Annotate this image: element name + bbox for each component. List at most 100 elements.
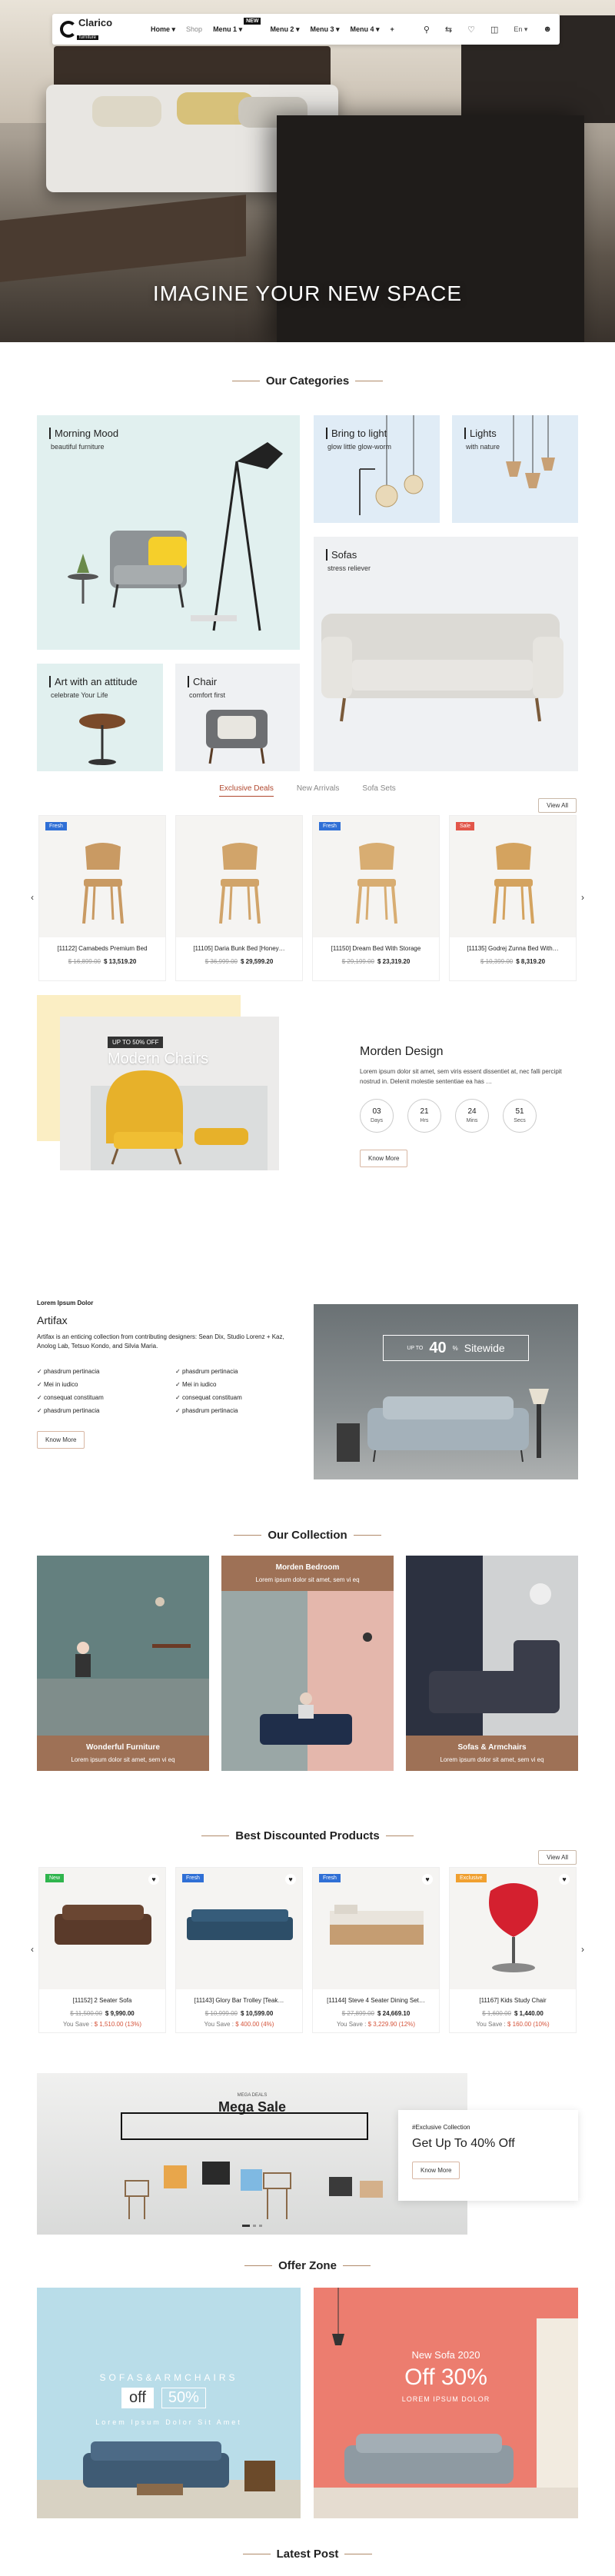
collection-morden-bedroom[interactable]: Morden Bedroom Lorem ipsum dolor sit ame…: [221, 1556, 394, 1771]
collection-wonderful-furniture[interactable]: Wonderful Furniture Lorem ipsum dolor si…: [37, 1556, 209, 1771]
discounted-view-all-button[interactable]: View All: [538, 1850, 577, 1865]
product-image[interactable]: New ♥: [39, 1868, 165, 1989]
category-art-with-attitude[interactable]: Art with an attitude celebrate Your Life: [37, 664, 163, 771]
language-selector[interactable]: En ▾: [514, 25, 527, 34]
current-price: $ 1,440.00: [514, 2010, 544, 2017]
wishlist-heart-icon[interactable]: ♥: [148, 1874, 159, 1885]
product-name[interactable]: [11150] Dream Bed With Storage: [313, 945, 439, 952]
feature-item: ✓ Mei in iudico: [37, 1381, 78, 1388]
menu-item-2[interactable]: Menu 1 ▾NEW: [213, 17, 261, 34]
product-card[interactable]: Fresh [11150] Dream Bed With Storage $ 29,…: [312, 815, 440, 981]
product-image[interactable]: Exclusive ♥: [450, 1868, 576, 1989]
countdown-days: 03 Days: [360, 1099, 394, 1133]
product-name[interactable]: [11167] Kids Study Chair: [450, 1997, 576, 2004]
countdown-timer: 03 Days 21 Hrs 24 Mins 51 Secs: [360, 1099, 583, 1133]
menu-item-3[interactable]: Menu 2 ▾: [270, 25, 299, 34]
category-morning-mood[interactable]: Morning Mood beautiful furniture: [37, 415, 300, 650]
feature-item: ✓ consequat constituam: [37, 1394, 104, 1401]
category-bring-to-light[interactable]: Bring to light glow little glow-worm: [314, 415, 440, 523]
current-price: $ 24,669.10: [377, 2010, 411, 2017]
page: IMAGINE YOUR NEW SPACE Clarico furniture…: [0, 0, 615, 2570]
modern-chairs-banner[interactable]: UP TO 50% OFF Modern Chairs: [60, 1017, 279, 1170]
product-name[interactable]: [11122] Camabeds Premium Bed: [39, 945, 165, 952]
product-badge: Fresh: [319, 1874, 341, 1882]
wishlist-heart-icon[interactable]: ♥: [422, 1874, 433, 1885]
product-badge: New: [45, 1874, 65, 1882]
product-card[interactable]: New ♥ [11152] 2 Seater Sofa $ 11,500.00 $ 9,…: [38, 1867, 166, 2033]
artifax-know-more-button[interactable]: Know More: [37, 1431, 85, 1449]
menu-item-6[interactable]: +: [391, 25, 394, 34]
check-icon: ✓: [175, 1381, 182, 1388]
wishlist-heart-icon[interactable]: ♥: [559, 1874, 570, 1885]
cart-icon[interactable]: ◫: [490, 25, 498, 35]
menu-item-1[interactable]: Shop: [186, 25, 202, 34]
mega-sale-section: MEGA DEALS Mega Sale #Exclusive Collecti…: [0, 2073, 615, 2258]
product-badge: Fresh: [182, 1874, 204, 1882]
menu-item-4[interactable]: Menu 3 ▾: [310, 25, 339, 34]
exclusive-collection-card: #Exclusive Collection Get Up To 40% Off …: [398, 2110, 578, 2201]
wishlist-heart-icon[interactable]: ♥: [285, 1874, 296, 1885]
compare-icon[interactable]: ⇆: [445, 25, 452, 35]
user-icon[interactable]: ☻: [543, 25, 552, 34]
category-chair[interactable]: Chair comfort first: [175, 664, 300, 771]
current-price: $ 9,990.00: [105, 2010, 135, 2017]
discounted-next-arrow[interactable]: ›: [581, 1944, 584, 1955]
logo-sub: furniture: [77, 35, 99, 40]
menu-item-0[interactable]: Home ▾: [151, 25, 175, 34]
savings-label: You Save :: [62, 2021, 93, 2028]
mega-know-more-button[interactable]: Know More: [412, 2162, 460, 2179]
product-image[interactable]: [176, 816, 302, 937]
current-price: $ 23,319.20: [377, 958, 411, 965]
wishlist-icon[interactable]: ♡: [467, 25, 475, 35]
collection-sofas-armchairs[interactable]: Sofas & Armchairs Lorem ipsum dolor sit …: [406, 1556, 578, 1771]
morden-description: Lorem ipsum dolor sit amet, sem viris es…: [360, 1068, 562, 1085]
product-badge: Fresh: [45, 822, 67, 830]
product-name[interactable]: [11135] Godrej Zunna Bed With…: [450, 945, 576, 952]
product-card[interactable]: Fresh [11122] Camabeds Premium Bed $ 16,89…: [38, 815, 166, 981]
offer-sofas-armchairs[interactable]: SOFAS&ARMCHAIRS off 50% Lorem Ipsum Dolo…: [37, 2288, 301, 2518]
product-price: $ 27,899.00 $ 24,669.10: [313, 2010, 439, 2017]
view-all-button[interactable]: View All: [538, 798, 577, 813]
discounted-prev-arrow[interactable]: ‹: [31, 1944, 34, 1955]
product-card[interactable]: Fresh ♥ [11143] Glory Bar Trolley [Teak… $ …: [175, 1867, 303, 2033]
product-image[interactable]: Sale: [450, 816, 576, 937]
carousel-prev-arrow[interactable]: ‹: [31, 892, 34, 903]
product-price: $ 10,399.00 $ 8,319.20: [450, 958, 576, 965]
feature-item: ✓ phasdrum pertinacia: [175, 1407, 238, 1414]
slider-dots[interactable]: [37, 2225, 467, 2227]
product-image[interactable]: Fresh: [39, 816, 165, 937]
product-name[interactable]: [11143] Glory Bar Trolley [Teak…: [176, 1997, 302, 2004]
product-name[interactable]: [11105] Daria Bunk Bed [Honey…: [176, 945, 302, 952]
offer-new-sofa-2020[interactable]: New Sofa 2020 Off 30% LOREM IPSUM DOLOR: [314, 2288, 578, 2518]
savings-value: $ 1,510.00 (13%): [94, 2021, 141, 2028]
feature-item: ✓ consequat constituam: [175, 1394, 242, 1401]
product-card[interactable]: Exclusive ♥ [11167] Kids Study Chair $ 1,60…: [449, 1867, 577, 2033]
product-card[interactable]: Fresh ♥ [11144] Steve 4 Seater Dining Set……: [312, 1867, 440, 2033]
logo[interactable]: Clarico furniture: [60, 17, 121, 42]
current-price: $ 29,599.20: [241, 958, 274, 965]
search-icon[interactable]: ⚲: [424, 25, 430, 35]
savings-label: You Save :: [204, 2021, 234, 2028]
product-image[interactable]: Fresh: [313, 816, 439, 937]
sitewide-sale-banner[interactable]: UP TO 40 % Sitewide: [314, 1304, 578, 1479]
product-card[interactable]: [11105] Daria Bunk Bed [Honey… $ 36,999.0…: [175, 815, 303, 981]
carousel-next-arrow[interactable]: ›: [581, 892, 584, 903]
menu-item-5[interactable]: Menu 4 ▾: [351, 25, 380, 34]
product-name[interactable]: [11152] 2 Seater Sofa: [39, 1997, 165, 2004]
product-image[interactable]: Fresh ♥: [176, 1868, 302, 1989]
stool-image: [79, 714, 125, 765]
product-badge: Sale: [456, 822, 475, 830]
yellow-armchair-image: [91, 1070, 268, 1170]
category-sofas[interactable]: Sofas stress reliever: [314, 537, 578, 771]
grey-sofa-image: [337, 1389, 549, 1463]
banner-discount-tag: UP TO 50% OFF: [108, 1037, 164, 1048]
know-more-button[interactable]: Know More: [360, 1150, 408, 1167]
product-price: $ 10,999.00 $ 10,599.00: [176, 2010, 302, 2017]
category-lights[interactable]: Lights with nature: [452, 415, 578, 523]
product-name[interactable]: [11144] Steve 4 Seater Dining Set…: [313, 1997, 439, 2004]
hero-banner: IMAGINE YOUR NEW SPACE Clarico furniture…: [0, 0, 615, 342]
product-image[interactable]: Fresh ♥: [313, 1868, 439, 1989]
morden-design-section: UP TO 50% OFF Modern Chairs Morden Desig…: [0, 995, 615, 1264]
countdown-hrs: 21 Hrs: [407, 1099, 441, 1133]
product-card[interactable]: Sale [11135] Godrej Zunna Bed With… $ 10,3…: [449, 815, 577, 981]
